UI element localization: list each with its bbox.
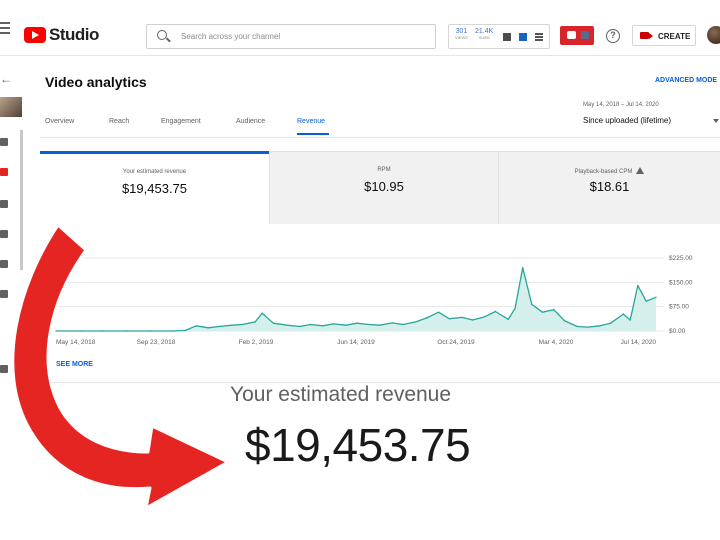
arrow-body	[11, 223, 230, 510]
red-arrow-icon	[11, 223, 230, 510]
